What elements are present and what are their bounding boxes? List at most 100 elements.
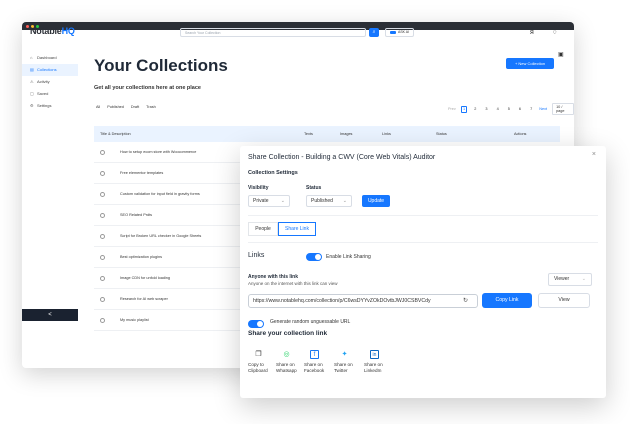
twitter-icon: ✦: [341, 351, 348, 358]
user-icon[interactable]: ᴙ: [530, 29, 534, 36]
status-value: Published: [311, 198, 333, 204]
row-title[interactable]: Free elementor templates: [120, 171, 163, 175]
status-select[interactable]: Published ⌄: [306, 195, 352, 207]
status-label: Status: [306, 185, 322, 191]
pager-page[interactable]: 6: [517, 106, 523, 113]
pager-page[interactable]: 7: [528, 106, 534, 113]
share-twitter[interactable]: ✦ Share on Twitter: [334, 350, 358, 374]
tab-share-link[interactable]: Share Link: [278, 222, 316, 236]
activity-icon: ⚠: [30, 79, 34, 84]
page-size-select[interactable]: 10 / page: [552, 103, 574, 115]
divider: [248, 242, 598, 243]
bell-icon[interactable]: ♢: [552, 29, 557, 36]
view-button[interactable]: View: [538, 293, 590, 308]
row-title[interactable]: Best optimization plugins: [120, 255, 162, 259]
update-button[interactable]: Update: [362, 195, 390, 207]
col-texts: Texts: [304, 132, 313, 136]
filter-draft[interactable]: Draft: [131, 105, 139, 109]
linkedin-icon: in: [370, 350, 379, 359]
share-option-line2: LinkedIn: [364, 368, 382, 373]
ask-ai-button[interactable]: ASK AI: [385, 28, 415, 37]
settings-icon: ⚙: [30, 103, 34, 108]
enable-link-sharing-toggle[interactable]: [306, 253, 322, 261]
share-whatsapp[interactable]: ◎ Share on Whatsapp: [276, 350, 300, 374]
pager-next[interactable]: Next: [539, 107, 547, 111]
saved-icon: ▢: [30, 91, 34, 96]
row-title[interactable]: Image CDN for unfold loading: [120, 276, 170, 280]
sidebar-item-label: Activity: [37, 79, 50, 84]
random-url-label: Generate random unguessable URL: [270, 319, 351, 325]
sidebar-item-label: Saved: [37, 91, 49, 96]
pager-page[interactable]: 5: [506, 106, 512, 113]
col-actions: Actions: [514, 132, 527, 136]
chevron-down-icon: ⌄: [581, 276, 586, 282]
share-facebook[interactable]: f Share on Facebook: [304, 350, 328, 374]
share-linkedin[interactable]: in Share on LinkedIn: [364, 350, 388, 374]
filter-published[interactable]: Published: [107, 105, 124, 109]
col-status: Status: [436, 132, 447, 136]
collection-icon: [100, 192, 105, 197]
collection-icon: [100, 318, 105, 323]
search-input[interactable]: Search Your Collection: [180, 28, 366, 37]
close-dot[interactable]: [26, 24, 29, 28]
sidebar-item-settings[interactable]: ⚙ Settings: [22, 100, 78, 112]
row-title[interactable]: Script for Broken URL checker in Google …: [120, 234, 201, 238]
pager-page[interactable]: 4: [495, 106, 501, 113]
sidebar-collapse-button[interactable]: <: [22, 309, 78, 321]
collection-icon: [100, 171, 105, 176]
filter-trash[interactable]: Trash: [146, 105, 156, 109]
table-header: Title & Description Texts Images Links S…: [94, 126, 560, 142]
pager-page[interactable]: 3: [483, 106, 489, 113]
chevron-down-icon: ⌄: [342, 198, 347, 204]
col-title: Title & Description: [100, 132, 131, 136]
refresh-icon[interactable]: ↻: [463, 294, 468, 308]
share-copy-clipboard[interactable]: ❐ Copy to Clipboard: [248, 350, 272, 374]
enable-link-sharing-label: Enable Link Sharing: [326, 254, 371, 260]
tab-people[interactable]: People: [248, 222, 278, 236]
share-url-field[interactable]: https://www.notablehq.com/collection/p/C…: [248, 294, 478, 308]
visibility-label: Visibility: [248, 185, 269, 191]
filter-all[interactable]: All: [96, 105, 100, 109]
collection-icon: [100, 213, 105, 218]
visibility-value: Private: [253, 198, 269, 204]
permission-select[interactable]: Viewer ⌄: [548, 273, 592, 286]
permission-value: Viewer: [554, 276, 570, 282]
pagination: Prev 1 2 3 4 5 6 7 Next 10 / page: [448, 103, 574, 115]
close-icon[interactable]: ×: [592, 151, 596, 158]
collection-settings-heading: Collection Settings: [248, 170, 298, 176]
sidebar-item-activity[interactable]: ⚠ Activity: [22, 76, 78, 88]
col-links: Links: [382, 132, 391, 136]
sidebar-item-saved[interactable]: ▢ Saved: [22, 88, 78, 100]
modal-title: Share Collection - Building a CWV (Core …: [248, 154, 436, 161]
sidebar-item-collections[interactable]: ▤ Collections: [22, 64, 78, 76]
sidebar-item-label: Settings: [37, 103, 52, 108]
app-logo[interactable]: NotableHQ: [30, 26, 75, 36]
share-collection-modal: × Share Collection - Building a CWV (Cor…: [240, 146, 606, 398]
sidebar-item-label: Dashboard: [37, 55, 57, 60]
anyone-with-link-heading: Anyone with this link: [248, 274, 299, 280]
share-option-line2: Clipboard: [248, 368, 268, 373]
copy-link-button[interactable]: Copy Link: [482, 293, 532, 308]
share-option-line2: Facebook: [304, 368, 325, 373]
pager-page[interactable]: 1: [460, 105, 468, 113]
pager-prev[interactable]: Prev: [448, 107, 456, 111]
sidebar-item-dashboard[interactable]: ⌂ Dashboard: [22, 52, 78, 64]
row-title[interactable]: Research for AI web scraper: [120, 297, 168, 301]
collections-icon: ▤: [30, 67, 34, 72]
whatsapp-icon: ◎: [283, 351, 290, 358]
row-title[interactable]: SEO Related Prdts: [120, 213, 152, 217]
new-collection-button[interactable]: + New Collection: [506, 58, 554, 69]
row-title[interactable]: How to setup ecom store with Woocommerce: [120, 150, 196, 154]
collection-icon: [100, 150, 105, 155]
logo-main: Notable: [30, 26, 62, 36]
random-url-toggle[interactable]: [248, 320, 264, 328]
row-title[interactable]: Custom validation for input field in gra…: [120, 192, 200, 196]
facebook-icon: f: [310, 350, 319, 359]
pager-page[interactable]: 2: [472, 106, 478, 113]
row-title[interactable]: My music playlist: [120, 318, 149, 322]
links-heading: Links: [248, 252, 265, 259]
visibility-select[interactable]: Private ⌄: [248, 195, 290, 207]
page-subtitle: Get all your collections here at one pla…: [94, 85, 201, 91]
chevron-down-icon: ⌄: [280, 198, 285, 204]
search-button[interactable]: ⌕: [369, 28, 379, 37]
